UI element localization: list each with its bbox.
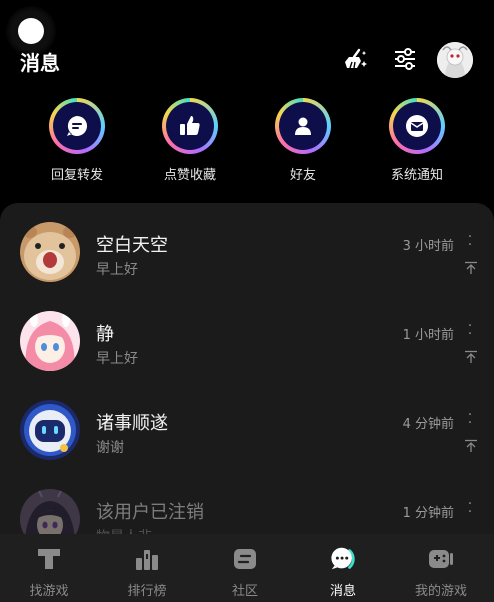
message-bubble-icon: [329, 546, 357, 572]
list-item[interactable]: 静 早上好 1 小时前 · ·: [0, 292, 494, 381]
more-options-icon[interactable]: · ·: [466, 497, 474, 519]
message-time: 1 小时前: [402, 328, 454, 343]
quick-action-ring: [275, 98, 331, 154]
header: 消息: [0, 0, 494, 92]
chat-bubble-icon: [67, 116, 87, 136]
thumbs-up-icon: [180, 116, 200, 135]
quick-action-label: 好友: [289, 168, 316, 183]
robot-avatar[interactable]: [20, 400, 80, 460]
bottom-tab-bar: 找游戏 排行榜 社区 消息 我的游戏: [0, 534, 494, 602]
quick-action-ring: [162, 98, 218, 154]
contact-name: 空白天空: [96, 235, 168, 256]
community-card-icon: [231, 546, 259, 572]
pin-to-top-icon[interactable]: [464, 350, 478, 364]
podium-icon: [133, 546, 161, 572]
gamepad-icon: [427, 546, 455, 572]
message-preview: 谢谢: [96, 440, 124, 456]
message-time: 4 分钟前: [402, 417, 454, 432]
quick-action-ring: [49, 98, 105, 154]
tab-my-games[interactable]: 我的游戏: [392, 534, 490, 602]
contact-name: 该用户已注销: [96, 502, 204, 523]
tab-label: 消息: [329, 584, 356, 599]
contact-name: 静: [96, 324, 114, 345]
quick-action-friends[interactable]: 好友: [253, 98, 353, 183]
broom-sparkle-icon[interactable]: [341, 44, 371, 74]
filter-sliders-icon[interactable]: [390, 44, 420, 74]
message-time: 3 小时前: [402, 239, 454, 254]
message-preview: 早上好: [96, 351, 138, 367]
page-title: 消息: [20, 51, 60, 75]
quick-action-likes[interactable]: 点赞收藏: [140, 98, 240, 183]
quick-action-label: 点赞收藏: [163, 168, 216, 183]
tab-label: 我的游戏: [414, 584, 467, 599]
list-item[interactable]: 诸事顺遂 谢谢 4 分钟前 · ·: [0, 381, 494, 470]
tab-community[interactable]: 社区: [196, 534, 294, 602]
more-options-icon[interactable]: · ·: [466, 230, 474, 252]
more-options-icon[interactable]: · ·: [466, 319, 474, 341]
tab-messages[interactable]: 消息: [294, 534, 392, 602]
tab-label: 排行榜: [127, 584, 167, 599]
list-item[interactable]: 空白天空 早上好 3 小时前 · ·: [0, 203, 494, 292]
tab-label: 社区: [231, 584, 258, 599]
message-preview: 早上好: [96, 262, 138, 278]
pin-to-top-icon[interactable]: [464, 439, 478, 453]
quick-action-label: 系统通知: [390, 168, 443, 183]
quick-action-replies[interactable]: 回复转发: [27, 98, 127, 183]
anime-girl-avatar[interactable]: [20, 311, 80, 371]
quick-actions: 回复转发 点赞收藏 好友 系统通知: [0, 98, 494, 188]
tab-label: 找游戏: [29, 584, 69, 599]
tab-find-games[interactable]: 找游戏: [0, 534, 98, 602]
person-icon: [295, 117, 311, 135]
envelope-icon: [406, 115, 428, 137]
contact-name: 诸事顺遂: [96, 413, 168, 434]
quick-action-ring: [389, 98, 445, 154]
quick-action-label: 回复转发: [50, 168, 103, 183]
pin-to-top-icon[interactable]: [464, 261, 478, 275]
hamster-avatar[interactable]: [20, 222, 80, 282]
user-avatar[interactable]: [437, 42, 473, 78]
message-time: 1 分钟前: [402, 506, 454, 521]
t-block-icon: [35, 546, 63, 572]
tab-rankings[interactable]: 排行榜: [98, 534, 196, 602]
quick-action-notifications[interactable]: 系统通知: [367, 98, 467, 183]
more-options-icon[interactable]: · ·: [466, 408, 474, 430]
